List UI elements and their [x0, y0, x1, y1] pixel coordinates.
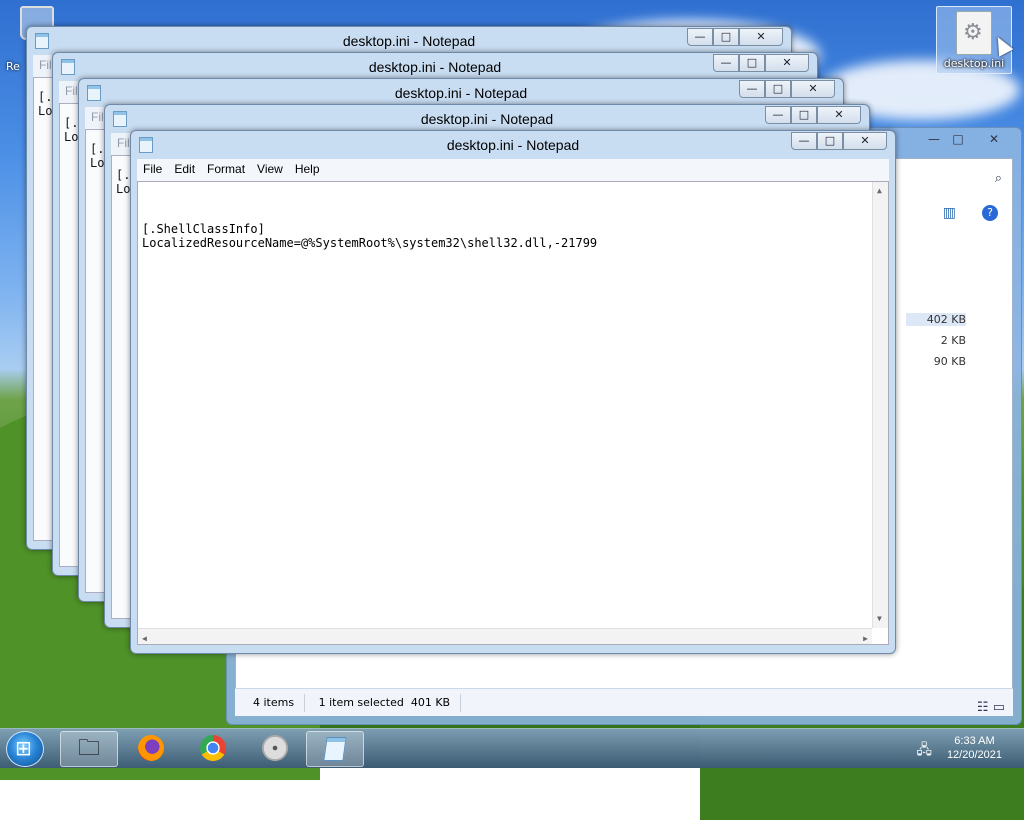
search-icon[interactable]: ⌕	[995, 171, 1002, 186]
explorer-minimize-button[interactable]: —	[921, 131, 947, 149]
explorer-taskbar-button[interactable]: 🗀	[60, 731, 118, 767]
text-line-1: [.ShellClassInfo]	[142, 222, 265, 236]
notepad-titlebar[interactable]: desktop.ini - Notepad — □ ✕	[79, 79, 843, 107]
network-icon[interactable]: 🖧	[916, 739, 932, 763]
dvd-taskbar-button[interactable]	[246, 731, 304, 767]
close-button[interactable]: ✕	[765, 54, 809, 72]
notepad-titlebar[interactable]: desktop.ini - Notepad — □ ✕	[27, 27, 791, 55]
notepad-window-active[interactable]: desktop.ini - Notepad — □ ✕ File Edit Form…	[130, 130, 896, 654]
maximize-button[interactable]: □	[791, 106, 817, 124]
status-selection: 1 item selected 401 KB	[309, 694, 462, 712]
file-size-2: 2 KB	[940, 334, 966, 347]
vertical-scrollbar[interactable]: ▲ ▼	[872, 182, 888, 628]
view-toggle-icons[interactable]: ☷ ▭	[977, 694, 1005, 722]
chrome-taskbar-button[interactable]	[184, 731, 242, 767]
notepad-titlebar[interactable]: desktop.ini - Notepad — □ ✕	[53, 53, 817, 81]
maximize-button[interactable]: □	[765, 80, 791, 98]
file-size-1: 402 KB	[906, 313, 966, 326]
notepad-titlebar[interactable]: desktop.ini - Notepad — □ ✕	[105, 105, 869, 133]
dvd-icon	[262, 735, 288, 761]
close-button[interactable]: ✕	[817, 106, 861, 124]
maximize-button[interactable]: □	[817, 132, 843, 150]
chrome-icon	[200, 735, 226, 761]
menu-view[interactable]: View	[251, 159, 289, 179]
clock-time: 6:33 AM	[954, 735, 995, 747]
help-icon[interactable]: ?	[982, 205, 998, 221]
desktop-ini-label: desktop.ini	[943, 57, 1005, 70]
status-item-count: 4 items	[243, 694, 306, 712]
text-line-2: LocalizedResourceName=@%SystemRoot%\syst…	[142, 236, 598, 250]
minimize-button[interactable]: —	[687, 28, 713, 46]
scroll-up-icon[interactable]: ▲	[877, 184, 882, 198]
taskbar-clock[interactable]: 6:33 AM 12/20/2021	[947, 734, 1002, 762]
notepad-icon	[323, 737, 347, 761]
notepad-text-area[interactable]: [.ShellClassInfo] LocalizedResourceName=@…	[137, 181, 889, 645]
preview-pane-icon[interactable]: ▥	[943, 205, 956, 221]
explorer-maximize-button[interactable]: □	[945, 131, 971, 149]
close-button[interactable]: ✕	[843, 132, 887, 150]
notepad-menubar: File Edit Format View Help	[137, 159, 889, 181]
scroll-right-icon[interactable]: ▶	[863, 632, 868, 646]
notepad-taskbar-button[interactable]	[306, 731, 364, 767]
minimize-button[interactable]: —	[713, 54, 739, 72]
explorer-close-button[interactable]: ✕	[981, 131, 1007, 149]
explorer-status-bar: 4 items 1 item selected 401 KB ☷ ▭	[235, 688, 1013, 716]
maximize-button[interactable]: □	[739, 54, 765, 72]
menu-help[interactable]: Help	[289, 159, 326, 179]
ini-file-icon	[956, 11, 992, 55]
maximize-button[interactable]: □	[713, 28, 739, 46]
horizontal-scrollbar[interactable]: ◀ ▶	[138, 628, 872, 644]
menu-edit[interactable]: Edit	[168, 159, 201, 179]
folder-icon: 🗀	[77, 736, 100, 761]
notepad-title: desktop.ini - Notepad	[420, 111, 554, 127]
file-size-3: 90 KB	[933, 355, 966, 368]
minimize-button[interactable]: —	[739, 80, 765, 98]
close-button[interactable]: ✕	[791, 80, 835, 98]
recycle-bin-label: Re	[6, 60, 20, 73]
minimize-button[interactable]: —	[765, 106, 791, 124]
clock-date: 12/20/2021	[946, 749, 1002, 761]
menu-format[interactable]: Format	[201, 159, 251, 179]
notepad-title: desktop.ini - Notepad	[446, 137, 580, 153]
notepad-titlebar[interactable]: desktop.ini - Notepad — □ ✕	[131, 131, 895, 159]
start-button[interactable]	[6, 731, 44, 767]
minimize-button[interactable]: —	[791, 132, 817, 150]
scroll-down-icon[interactable]: ▼	[877, 612, 882, 626]
notepad-title: desktop.ini - Notepad	[368, 59, 502, 75]
firefox-icon	[138, 735, 164, 761]
notepad-title: desktop.ini - Notepad	[342, 33, 476, 49]
menu-file[interactable]: File	[137, 159, 168, 179]
notepad-title: desktop.ini - Notepad	[394, 85, 528, 101]
scroll-left-icon[interactable]: ◀	[142, 632, 147, 646]
taskbar: 🗀 🖧 6:33 AM 12/20/2021	[0, 728, 1024, 768]
close-button[interactable]: ✕	[739, 28, 783, 46]
firefox-taskbar-button[interactable]	[122, 731, 180, 767]
